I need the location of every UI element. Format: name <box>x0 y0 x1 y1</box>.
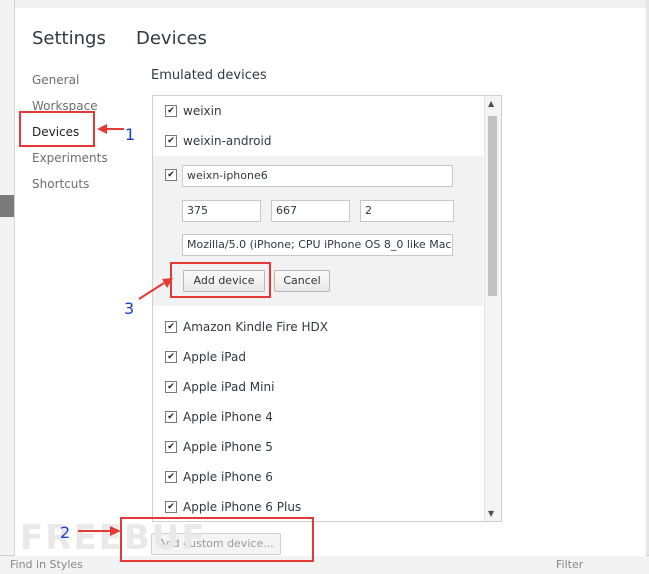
find-in-styles-input[interactable]: Find in Styles <box>10 558 83 571</box>
annotation-number-2: 2 <box>60 523 71 542</box>
user-agent-field[interactable]: Mozilla/5.0 (iPhone; CPU iPhone OS 8_0 l… <box>182 234 453 256</box>
annotation-number-1: 1 <box>125 125 136 144</box>
checkbox[interactable]: ✔ <box>165 410 177 423</box>
device-label: Apple iPhone 4 <box>183 410 273 424</box>
annotation-box-add-device <box>170 262 271 298</box>
page-title: Devices <box>136 28 207 49</box>
annotation-arrow-1-icon <box>97 124 124 134</box>
device-name-field[interactable]: weixn-iphone6 <box>182 165 453 187</box>
section-title: Emulated devices <box>151 68 267 83</box>
list-scrollbar[interactable]: ▲ ▼ <box>484 96 501 521</box>
checkbox[interactable]: ✔ <box>165 134 177 147</box>
device-width-field[interactable]: 375 <box>182 200 261 222</box>
scroll-up-arrow-icon[interactable]: ▲ <box>488 99 494 108</box>
nav-item-shortcuts[interactable]: Shortcuts <box>32 174 108 200</box>
editor-checkbox[interactable]: ✔ <box>165 169 177 181</box>
checkbox[interactable]: ✔ <box>165 500 177 513</box>
checkbox[interactable]: ✔ <box>165 440 177 453</box>
checkbox[interactable]: ✔ <box>165 320 177 333</box>
device-label: weixin-android <box>183 134 272 148</box>
checkbox[interactable]: ✔ <box>165 104 177 117</box>
device-dpr-field[interactable]: 2 <box>360 200 454 222</box>
device-height-field[interactable]: 667 <box>271 200 350 222</box>
device-item[interactable]: ✔ Apple iPad Mini <box>165 377 274 397</box>
settings-title: Settings <box>32 28 106 49</box>
annotation-arrow-2-icon <box>78 526 121 536</box>
device-label: Apple iPad Mini <box>183 380 275 394</box>
scroll-thumb[interactable] <box>488 116 497 296</box>
device-item[interactable]: ✔ weixin-android <box>165 131 271 151</box>
device-item[interactable]: ✔ Apple iPhone 4 <box>165 407 273 427</box>
device-label: Apple iPad <box>183 350 246 364</box>
device-item[interactable]: ✔ Apple iPad <box>165 347 246 367</box>
nav-item-general[interactable]: General <box>32 70 108 96</box>
device-label: Amazon Kindle Fire HDX <box>183 320 328 334</box>
settings-dialog: Settings General Workspace Devices Exper… <box>14 8 646 556</box>
annotation-number-3: 3 <box>124 299 135 318</box>
checkbox[interactable]: ✔ <box>165 380 177 393</box>
device-item[interactable]: ✔ Apple iPhone 5 <box>165 437 273 457</box>
scroll-down-arrow-icon[interactable]: ▼ <box>488 509 494 518</box>
device-item[interactable]: ✔ Apple iPhone 6 Plus <box>165 497 301 517</box>
device-item[interactable]: ✔ Amazon Kindle Fire HDX <box>165 317 328 337</box>
checkbox[interactable]: ✔ <box>165 350 177 363</box>
filter-input[interactable]: Filter <box>556 558 583 571</box>
nav-item-experiments[interactable]: Experiments <box>32 148 108 174</box>
emulated-devices-list[interactable]: ✔ weixin ✔ weixin-android ✔ weixn-iphone6 … <box>152 95 502 522</box>
device-label: Apple iPhone 6 Plus <box>183 500 302 514</box>
devtools-left-selected-row <box>0 195 14 217</box>
annotation-arrow-3-icon <box>138 278 173 300</box>
device-item[interactable]: ✔ Apple iPhone 6 <box>165 467 273 487</box>
checkbox[interactable]: ✔ <box>165 470 177 483</box>
device-label: Apple iPhone 6 <box>183 470 273 484</box>
annotation-box-devices <box>19 111 95 147</box>
device-label: Apple iPhone 5 <box>183 440 273 454</box>
cancel-button[interactable]: Cancel <box>274 270 330 292</box>
device-label: weixin <box>183 104 222 118</box>
device-item[interactable]: ✔ weixin <box>165 101 222 121</box>
annotation-box-add-custom <box>120 517 314 562</box>
devtools-left-panel <box>0 0 15 574</box>
